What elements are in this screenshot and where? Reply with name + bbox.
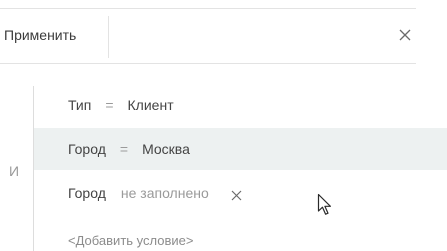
- close-icon[interactable]: [398, 28, 412, 42]
- condition-value[interactable]: Клиент: [128, 97, 174, 113]
- condition-operator[interactable]: =: [120, 141, 128, 157]
- condition-field[interactable]: Тип: [68, 97, 91, 113]
- apply-button[interactable]: Применить: [4, 27, 76, 43]
- condition-value[interactable]: Москва: [142, 141, 190, 157]
- toolbar-divider: [0, 63, 416, 64]
- logic-operator-label[interactable]: И: [9, 163, 19, 179]
- condition-row[interactable]: Город = Москва: [34, 128, 447, 170]
- filter-toolbar: Применить: [0, 9, 416, 63]
- condition-row[interactable]: Город не заполнено: [34, 172, 447, 214]
- toolbar-separator: [108, 16, 109, 58]
- condition-field[interactable]: Город: [68, 185, 106, 201]
- condition-field[interactable]: Город: [68, 141, 106, 157]
- condition-operator[interactable]: =: [105, 97, 113, 113]
- condition-row[interactable]: Тип = Клиент: [34, 84, 447, 126]
- mouse-cursor-icon: [317, 193, 334, 217]
- condition-operator[interactable]: не заполнено: [121, 185, 209, 201]
- clear-condition-icon[interactable]: [231, 188, 242, 200]
- logic-operator-group: И: [0, 86, 36, 251]
- add-condition-link[interactable]: <Добавить условие>: [68, 233, 193, 248]
